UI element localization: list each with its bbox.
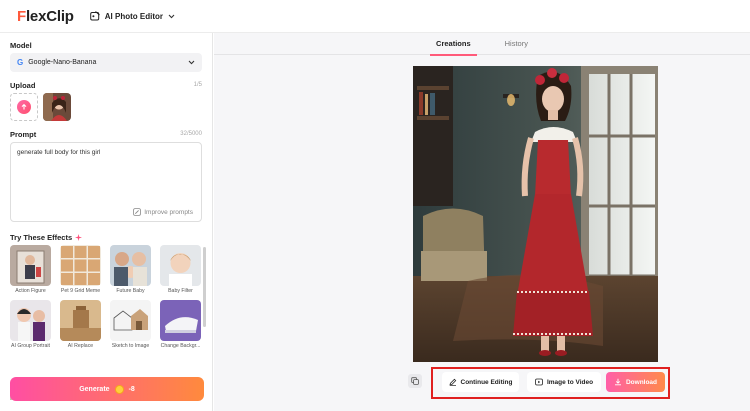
- effects-label: Try These Effects: [10, 233, 83, 242]
- generate-button[interactable]: Generate -8: [10, 377, 204, 401]
- model-value: Google-Nano-Banana: [28, 59, 97, 66]
- upload-label: Upload: [10, 81, 36, 90]
- effect-ai-group-portrait[interactable]: AI Group Portrait: [10, 300, 51, 349]
- effect-sketch-to-image[interactable]: Sketch to Image: [110, 300, 151, 349]
- generated-image[interactable]: [413, 66, 658, 362]
- model-select[interactable]: G Google-Nano-Banana: [10, 53, 202, 72]
- uploaded-image-thumbnail[interactable]: [43, 93, 71, 121]
- effect-pet-9-grid-meme[interactable]: Pet 9 Grid Meme: [60, 245, 101, 294]
- image-to-video-button[interactable]: Image to Video: [527, 372, 601, 392]
- chevron-down-icon: [188, 60, 195, 65]
- copy-image-button[interactable]: [408, 374, 422, 388]
- upload-icon: [17, 100, 31, 114]
- prompt-count: 32/5000: [180, 131, 202, 137]
- pencil-icon: [448, 378, 456, 386]
- photo-edit-icon: [89, 11, 100, 21]
- generate-cost: -8: [128, 385, 135, 393]
- download-icon: [614, 378, 621, 386]
- magic-wand-icon: [133, 208, 142, 216]
- google-icon: G: [17, 58, 24, 67]
- sparkle-icon: [75, 234, 83, 241]
- upload-count: 1/5: [193, 82, 202, 88]
- continue-editing-button[interactable]: Continue Editing: [442, 372, 519, 392]
- left-panel: Model G Google-Nano-Banana Upload 1/5 Pr…: [0, 33, 213, 411]
- top-bar: FlexClip AI Photo Editor: [0, 0, 750, 33]
- copy-icon: [411, 377, 419, 385]
- result-tabs: Creations History: [214, 33, 750, 56]
- effect-action-figure[interactable]: Action Figure: [10, 245, 51, 294]
- download-button[interactable]: Download: [606, 372, 665, 392]
- effect-future-baby[interactable]: Future Baby: [110, 245, 151, 294]
- prompt-textarea[interactable]: generate full body for this girl Improve…: [10, 142, 202, 222]
- effect-baby-filter[interactable]: Baby Filter: [160, 245, 201, 294]
- flexclip-logo[interactable]: FlexClip: [17, 8, 74, 25]
- credit-coin-icon: [114, 384, 124, 394]
- effects-scrollbar[interactable]: [203, 247, 206, 327]
- prompt-label: Prompt: [10, 130, 37, 139]
- effect-change-background[interactable]: Change Backgr...: [160, 300, 201, 349]
- improve-prompts-button[interactable]: Improve prompts: [133, 208, 193, 216]
- effect-ai-replace[interactable]: AI Replace: [60, 300, 101, 349]
- main-area: Creations History Continue Editing Image…: [214, 33, 750, 411]
- tab-creations[interactable]: Creations: [430, 33, 477, 56]
- video-icon: [535, 378, 543, 386]
- model-label: Model: [10, 41, 32, 50]
- editor-label: AI Photo Editor: [104, 11, 163, 21]
- upload-button[interactable]: [10, 93, 38, 121]
- tab-history[interactable]: History: [499, 33, 534, 55]
- ai-photo-editor-menu[interactable]: AI Photo Editor: [89, 11, 175, 21]
- prompt-text: generate full body for this girl: [17, 149, 101, 156]
- chevron-down-icon: [168, 14, 175, 18]
- effects-grid: Action Figure Pet 9 Grid Meme Future Bab…: [10, 245, 204, 349]
